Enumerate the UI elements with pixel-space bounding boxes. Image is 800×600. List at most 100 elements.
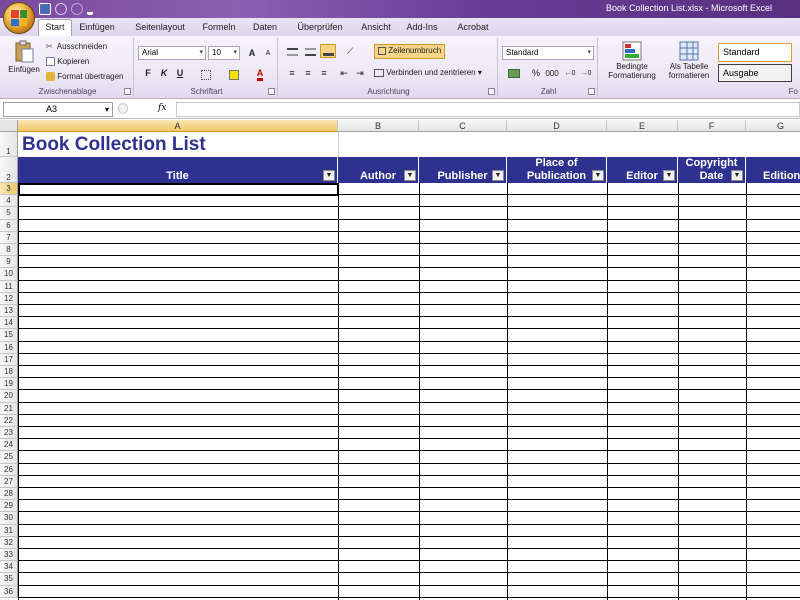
orientation-button[interactable]: ⟋ (342, 44, 358, 58)
tab-einfuegen[interactable]: Einfügen (74, 21, 120, 36)
filter-dropdown-icon[interactable]: ▼ (323, 170, 335, 181)
row-header[interactable]: 19 (0, 378, 18, 391)
fill-color-button[interactable] (226, 66, 242, 80)
row-header[interactable]: 35 (0, 573, 18, 586)
accounting-format-button[interactable] (504, 66, 524, 80)
increase-indent-button[interactable]: ⇥ (352, 66, 368, 80)
filter-dropdown-icon[interactable]: ▼ (592, 170, 604, 181)
name-box[interactable]: A3 ▾ (3, 102, 113, 117)
alignment-dialog-launcher[interactable] (488, 88, 495, 95)
merge-center-button[interactable]: Verbinden und zentrieren ▾ (374, 68, 482, 77)
row-header[interactable]: 12 (0, 292, 18, 305)
row-header[interactable]: 28 (0, 488, 18, 501)
header-cell-editor[interactable]: Editor ▼ (607, 157, 678, 183)
row-header[interactable]: 21 (0, 402, 18, 415)
column-header-a[interactable]: A (18, 120, 338, 132)
row-header[interactable]: 5 (0, 207, 18, 220)
decrease-indent-button[interactable]: ⇤ (336, 66, 352, 80)
row-header[interactable]: 6 (0, 219, 18, 232)
wrap-text-button[interactable]: Zeilenumbruch (374, 44, 446, 59)
thousands-button[interactable]: 000 (544, 66, 560, 80)
row-header[interactable]: 16 (0, 341, 18, 354)
tab-add-ins[interactable]: Add-Ins (404, 21, 440, 36)
tab-ansicht[interactable]: Ansicht (356, 21, 396, 36)
row-header[interactable]: 30 (0, 512, 18, 525)
shrink-font-button[interactable]: A (260, 46, 276, 60)
font-color-button[interactable]: A (252, 66, 268, 81)
header-cell-title[interactable]: Title ▼ (18, 157, 338, 183)
office-button[interactable] (3, 2, 35, 34)
row-header[interactable]: 18 (0, 366, 18, 379)
column-header-d[interactable]: D (507, 120, 607, 132)
column-header-c[interactable]: C (419, 120, 507, 132)
align-top-button[interactable] (284, 44, 300, 58)
column-header-g[interactable]: G (746, 120, 800, 132)
format-painter-button[interactable]: Format übertragen (46, 72, 124, 82)
row-header[interactable]: 13 (0, 305, 18, 318)
filter-dropdown-icon[interactable]: ▼ (663, 170, 675, 181)
row-header[interactable]: 10 (0, 268, 18, 281)
row-header[interactable]: 29 (0, 500, 18, 513)
row-header[interactable]: 25 (0, 451, 18, 464)
redo-icon[interactable] (71, 3, 83, 15)
align-right-button[interactable]: ≡ (316, 66, 332, 80)
align-middle-button[interactable] (302, 44, 318, 58)
number-dialog-launcher[interactable] (588, 88, 595, 95)
align-center-button[interactable]: ≡ (300, 66, 316, 80)
row-header[interactable]: 9 (0, 256, 18, 269)
filter-dropdown-icon[interactable]: ▼ (731, 170, 743, 181)
row-header[interactable]: 26 (0, 463, 18, 476)
row-header[interactable]: 11 (0, 280, 18, 293)
undo-icon[interactable] (55, 3, 67, 15)
tab-start[interactable]: Start (38, 19, 72, 36)
column-header-f[interactable]: F (678, 120, 746, 132)
font-dialog-launcher[interactable] (268, 88, 275, 95)
decrease-decimal-button[interactable]: →0 (578, 66, 594, 80)
percent-button[interactable]: % (528, 66, 544, 80)
increase-decimal-button[interactable]: ←0 (562, 66, 578, 80)
paste-button[interactable]: Einfügen (6, 40, 42, 84)
row-header[interactable]: 1 (0, 132, 18, 157)
grow-font-button[interactable]: A (244, 46, 260, 60)
header-cell-author[interactable]: Author ▼ (338, 157, 419, 183)
filter-dropdown-icon[interactable]: ▼ (404, 170, 416, 181)
row-header[interactable]: 8 (0, 244, 18, 257)
row-header[interactable]: 7 (0, 231, 18, 244)
customize-quick-access-icon[interactable] (87, 3, 93, 15)
cell-style-output[interactable]: Ausgabe (718, 64, 792, 82)
header-cell-copyright[interactable]: Copyright Date ▼ (678, 157, 746, 183)
row-header[interactable]: 4 (0, 195, 18, 208)
column-header-e[interactable]: E (607, 120, 678, 132)
row-header[interactable]: 24 (0, 439, 18, 452)
clipboard-dialog-launcher[interactable] (124, 88, 131, 95)
italic-button[interactable]: K (156, 66, 172, 80)
insert-function-icon[interactable]: fx (158, 103, 166, 113)
tab-acrobat[interactable]: Acrobat (452, 21, 494, 36)
spreadsheet-grid[interactable]: A B C D E F G Book Collection List Title… (0, 120, 800, 600)
underline-button[interactable]: U (172, 66, 188, 80)
tab-daten[interactable]: Daten (247, 21, 283, 36)
align-bottom-button[interactable] (320, 44, 336, 58)
row-header[interactable]: 23 (0, 427, 18, 440)
row-header[interactable]: 33 (0, 549, 18, 562)
tab-ueberpruefen[interactable]: Überprüfen (292, 21, 348, 36)
conditional-formatting-button[interactable]: Bedingte Formatierung (602, 40, 662, 80)
row-header[interactable]: 3 (0, 183, 18, 196)
filter-dropdown-icon[interactable]: ▼ (492, 170, 504, 181)
row-header[interactable]: 2 (0, 157, 18, 183)
row-header[interactable]: 14 (0, 317, 18, 330)
row-header[interactable]: 32 (0, 536, 18, 549)
cell-style-standard[interactable]: Standard (718, 43, 792, 62)
font-size-select[interactable]: 10 ▾ (208, 46, 240, 60)
row-header[interactable]: 20 (0, 390, 18, 403)
row-header[interactable]: 22 (0, 414, 18, 427)
header-cell-place[interactable]: Place of Publication ▼ (507, 157, 607, 183)
font-name-select[interactable]: Arial ▾ (138, 46, 206, 60)
copy-button[interactable]: Kopieren (46, 57, 89, 67)
borders-button[interactable] (198, 66, 214, 80)
tab-formeln[interactable]: Formeln (197, 21, 241, 36)
row-header[interactable]: 15 (0, 329, 18, 342)
row-header[interactable]: 36 (0, 585, 18, 598)
row-header[interactable]: 34 (0, 561, 18, 574)
format-as-table-button[interactable]: Als Tabelle formatieren (662, 40, 716, 80)
